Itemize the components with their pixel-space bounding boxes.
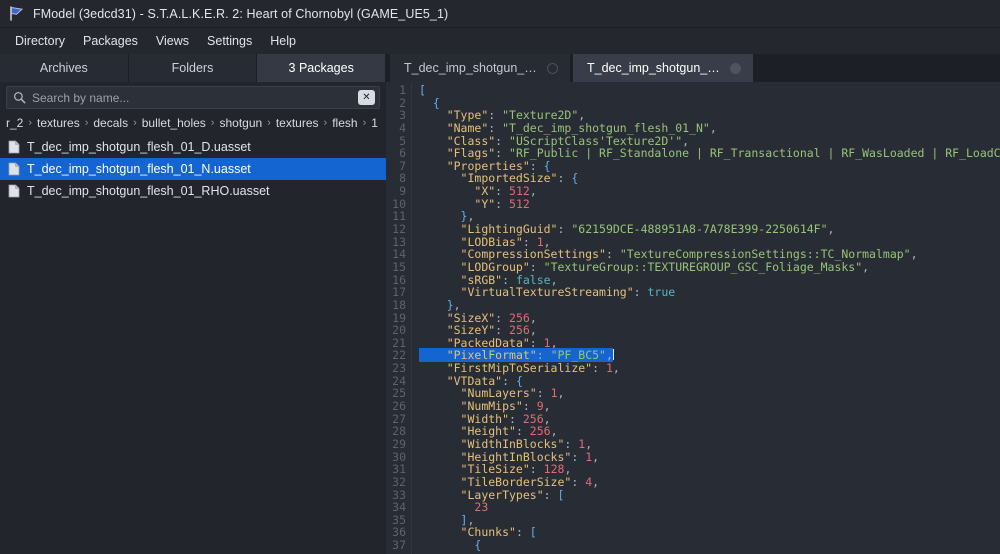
line-number: 1 (399, 83, 406, 97)
line-number: 23 (392, 361, 406, 376)
tab-close-dot-icon[interactable] (547, 62, 558, 74)
breadcrumb-item-6[interactable]: flesh (332, 116, 357, 130)
line-number: 32 (392, 474, 406, 489)
search-icon (13, 91, 26, 104)
list-item[interactable]: T_dec_imp_shotgun_flesh_01_N.uasset (0, 158, 386, 180)
editor-tab-2[interactable]: T_dec_imp_shotgun_flesh... (573, 54, 753, 82)
breadcrumb-item-2[interactable]: decals (93, 116, 128, 130)
line-number: 29 (392, 436, 406, 451)
code-line[interactable]: [ (419, 84, 1000, 97)
clear-x-icon[interactable]: ✕ (358, 90, 375, 105)
breadcrumb-item-0[interactable]: r_2 (6, 116, 23, 130)
code-line[interactable]: "Chunks": [ (419, 526, 1000, 539)
search-bar: ✕ (0, 82, 386, 112)
tab-folders[interactable]: Folders (128, 54, 258, 82)
editor-tab-1[interactable]: T_dec_imp_shotgun_flesh... (390, 54, 570, 82)
main-split: Archives Folders 3 Packages ✕ (0, 54, 1000, 554)
editor-tab-2-label: T_dec_imp_shotgun_flesh... (587, 61, 721, 75)
menu-item-packages[interactable]: Packages (74, 31, 147, 51)
line-number: 31 (392, 462, 406, 477)
package-file-list: T_dec_imp_shotgun_flesh_01_D.uasset T_de… (0, 133, 386, 554)
line-number: 20 (392, 323, 406, 338)
list-item[interactable]: T_dec_imp_shotgun_flesh_01_RHO.uasset (0, 180, 386, 202)
menubar: Directory Packages Views Settings Help (0, 28, 1000, 54)
breadcrumb-separator: › (362, 116, 367, 129)
json-code-editor[interactable]: 1 2 3 4 5 6 7 8 9 10 11 12 13 14 15 16 17 18 19 20 21 22 23 24 2… (386, 82, 1000, 554)
line-number: 37 (392, 538, 406, 553)
code-line[interactable]: { (419, 539, 1000, 552)
line-number: 15 (392, 259, 406, 274)
left-panel-tabstrip: Archives Folders 3 Packages (0, 54, 387, 82)
line-number: 26 (392, 399, 406, 414)
menu-item-settings[interactable]: Settings (198, 31, 261, 51)
breadcrumb-separator: › (323, 116, 328, 129)
tab-packages[interactable]: 3 Packages (257, 54, 387, 82)
left-panel: Archives Folders 3 Packages ✕ (0, 54, 387, 554)
breadcrumb-item-3[interactable]: bullet_holes (142, 116, 206, 130)
tab-archives-label: Archives (39, 61, 88, 75)
breadcrumb: r_2 › textures › decals › bullet_holes ›… (0, 112, 386, 133)
breadcrumb-item-7[interactable]: 1 (371, 116, 378, 130)
breadcrumb-separator: › (210, 116, 215, 129)
line-number: 18 (392, 297, 406, 312)
menu-item-views[interactable]: Views (147, 31, 198, 51)
tab-folders-label: Folders (171, 61, 214, 75)
list-item-label: T_dec_imp_shotgun_flesh_01_N.uasset (27, 162, 251, 176)
breadcrumb-separator: › (133, 116, 137, 129)
code-line[interactable]: "Y": 512 (419, 197, 1000, 211)
code-content[interactable]: [ { "Type": "Texture2D", "Name": "T_dec_… (412, 84, 1000, 554)
line-number: 4 (399, 120, 406, 135)
line-number: 17 (392, 285, 406, 300)
tab-packages-label: 3 Packages (288, 61, 354, 75)
menu-item-directory[interactable]: Directory (6, 31, 74, 51)
breadcrumb-separator: › (267, 116, 271, 129)
search-box[interactable]: ✕ (6, 86, 380, 109)
editor-panel: T_dec_imp_shotgun_flesh... T_dec_imp_sho… (386, 54, 1000, 554)
editor-tabstrip: T_dec_imp_shotgun_flesh... T_dec_imp_sho… (386, 54, 1000, 82)
breadcrumb-separator: › (84, 116, 89, 129)
text-caret (612, 349, 614, 361)
search-input[interactable] (32, 90, 358, 105)
breadcrumb-separator: › (28, 116, 33, 129)
list-item-label: T_dec_imp_shotgun_flesh_01_D.uasset (27, 140, 251, 154)
menu-item-help[interactable]: Help (261, 31, 305, 51)
list-item[interactable]: T_dec_imp_shotgun_flesh_01_D.uasset (0, 136, 386, 158)
window-title: FModel (3edcd31) - S.T.A.L.K.E.R. 2: Hea… (33, 6, 449, 21)
file-icon (8, 140, 20, 154)
code-line[interactable]: "VirtualTextureStreaming": true (419, 286, 1000, 299)
line-number: 12 (392, 222, 406, 237)
window-titlebar: FModel (3edcd31) - S.T.A.L.K.E.R. 2: Hea… (0, 0, 1000, 28)
code-line[interactable]: "LayerTypes": [ (419, 488, 1000, 502)
code-line[interactable]: 23 (419, 501, 1000, 514)
line-number: 9 (399, 184, 406, 199)
tab-archives[interactable]: Archives (0, 54, 129, 82)
line-number: 6 (399, 146, 406, 161)
line-number-gutter: 1 2 3 4 5 6 7 8 9 10 11 12 13 14 15 16 17 18 19 20 21 22 23 24 2… (386, 84, 412, 554)
breadcrumb-item-5[interactable]: textures (276, 116, 319, 130)
tab-close-dot-icon[interactable] (730, 62, 741, 74)
editor-tab-1-label: T_dec_imp_shotgun_flesh... (404, 61, 538, 75)
breadcrumb-item-1[interactable]: textures (37, 116, 80, 130)
file-icon (8, 162, 20, 176)
breadcrumb-item-4[interactable]: shotgun (219, 116, 262, 130)
file-icon (8, 184, 20, 198)
list-item-label: T_dec_imp_shotgun_flesh_01_RHO.uasset (27, 184, 270, 198)
line-number: 34 (392, 500, 406, 515)
fmodel-flag-icon (8, 5, 25, 22)
